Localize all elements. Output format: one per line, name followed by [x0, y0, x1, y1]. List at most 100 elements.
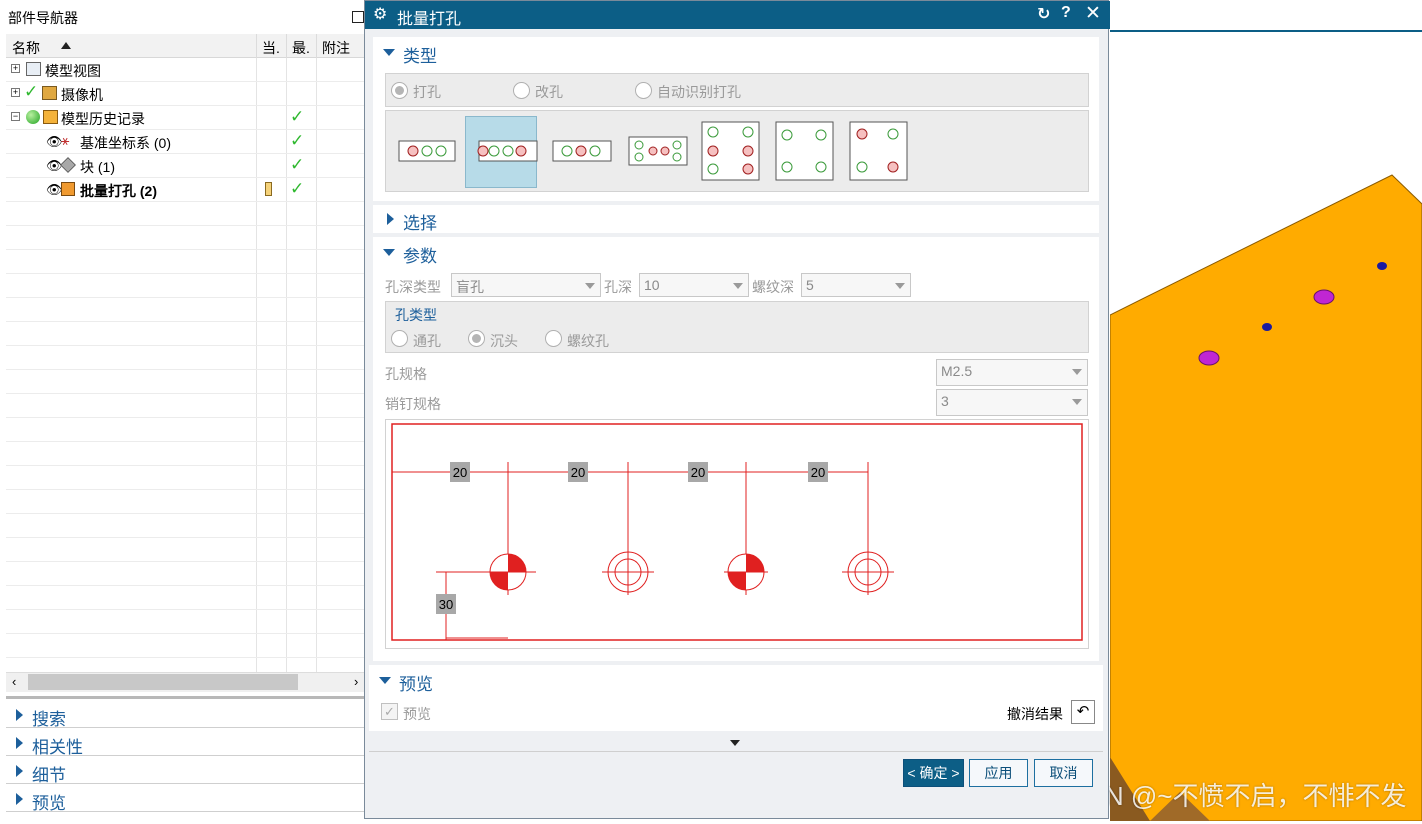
pin-label: 销钉规格 — [385, 396, 441, 412]
radio-drill[interactable] — [391, 82, 408, 99]
type-section: 类型 打孔 改孔 自动识别打孔 — [373, 37, 1099, 201]
navigator-title: 部件导航器 — [8, 10, 78, 26]
tree-row-cameras[interactable]: + ✓ 摄像机 — [6, 82, 364, 106]
tree-row-batch-hole[interactable]: 👁 批量打孔 (2) ✓ — [6, 178, 364, 202]
depth-type-select[interactable]: 盲孔 — [451, 273, 601, 297]
hole-layout-diagram: 20 20 20 20 30 — [385, 419, 1089, 649]
undo-icon[interactable]: ↶ — [1071, 700, 1095, 724]
section-label: 搜索 — [32, 710, 66, 729]
reset-icon[interactable]: ↻ — [1037, 4, 1050, 24]
collapse-arrow-icon[interactable] — [379, 677, 391, 684]
tree-label: 摄像机 — [61, 87, 103, 103]
scrollbar-thumb[interactable] — [28, 674, 298, 690]
scroll-right-icon[interactable]: › — [354, 674, 358, 689]
history-icon — [43, 110, 58, 124]
preview-checkbox-label: 预览 — [403, 706, 431, 722]
edit-marker-icon — [265, 182, 272, 196]
dialog-title: 批量打孔 — [397, 11, 462, 28]
collapse-icon[interactable]: − — [11, 112, 20, 121]
sort-ascending-icon[interactable] — [61, 42, 71, 49]
section-label: 预览 — [32, 794, 66, 813]
column-notes[interactable]: 附注 — [322, 38, 350, 58]
eye-icon[interactable]: 👁 — [46, 158, 63, 174]
tree-row-datum-csys[interactable]: 👁 ⚹ 基准坐标系 (0) ✓ — [6, 130, 364, 154]
spec-select[interactable]: M2.5 — [936, 359, 1088, 386]
expand-icon[interactable]: + — [11, 64, 20, 73]
scroll-left-icon[interactable]: ‹ — [12, 674, 16, 689]
section-header[interactable]: 预览 — [399, 670, 433, 695]
radio-counterbore[interactable] — [468, 330, 485, 347]
select-value: 5 — [806, 277, 814, 293]
chevron-down-icon — [733, 283, 743, 289]
apply-button[interactable]: 应用 — [969, 759, 1028, 787]
hole-layout-options[interactable] — [397, 117, 917, 185]
gear-icon[interactable]: ⚙ — [373, 4, 387, 24]
spacing-label: 20 — [571, 465, 585, 480]
depth-select[interactable]: 10 — [639, 273, 749, 297]
dialog-titlebar[interactable]: ⚙ 批量打孔 ↻ ? ✕ — [365, 1, 1110, 29]
camera-icon — [42, 86, 57, 100]
ok-button[interactable]: < 确定 > — [903, 759, 964, 787]
expand-arrow-icon — [16, 765, 23, 777]
radio-label: 通孔 — [413, 333, 441, 349]
tree-row-block[interactable]: 👁 块 (1) ✓ — [6, 154, 364, 178]
pin-select[interactable]: 3 — [936, 389, 1088, 416]
preview-checkbox[interactable]: ✓ — [381, 703, 398, 720]
status-ok-icon — [26, 110, 40, 124]
select-value: 3 — [941, 393, 949, 409]
graphics-viewport[interactable] — [1109, 30, 1422, 822]
chevron-down-icon — [1072, 369, 1082, 375]
section-header[interactable]: 类型 — [403, 42, 437, 67]
expand-arrow-icon — [16, 737, 23, 749]
radio-modify[interactable] — [513, 82, 530, 99]
expand-arrow-icon — [16, 709, 23, 721]
more-options-toggle[interactable] — [369, 733, 1103, 751]
cancel-button[interactable]: 取消 — [1034, 759, 1093, 787]
column-name[interactable]: 名称 — [12, 38, 40, 58]
nav-section-preview[interactable]: 预览 — [6, 786, 364, 813]
latest-check-icon: ✓ — [290, 107, 305, 126]
datum-csys-icon: ⚹ — [61, 132, 70, 148]
tree-row-model-views[interactable]: + 模型视图 — [6, 58, 364, 82]
hole-marker[interactable] — [1198, 350, 1220, 366]
nav-section-details[interactable]: 细节 — [6, 758, 364, 785]
nav-section-search[interactable]: 搜索 — [6, 702, 364, 729]
tree-label: 基准坐标系 (0) — [80, 135, 171, 151]
column-latest[interactable]: 最. — [292, 38, 310, 58]
collapse-arrow-icon[interactable] — [383, 49, 395, 56]
radio-label: 螺纹孔 — [567, 333, 609, 349]
expand-arrow-icon — [387, 213, 394, 225]
collapse-arrow-icon[interactable] — [383, 249, 395, 256]
thread-depth-label: 螺纹深 — [752, 279, 794, 295]
spacing-label: 20 — [453, 465, 467, 480]
tree-row-model-history[interactable]: − 模型历史记录 ✓ — [6, 106, 364, 130]
section-header[interactable]: 参数 — [403, 242, 437, 267]
hole-marker[interactable] — [1262, 323, 1272, 331]
radio-label: 打孔 — [413, 84, 441, 100]
radio-threaded[interactable] — [545, 330, 562, 347]
latest-check-icon: ✓ — [290, 179, 305, 198]
hole-marker[interactable] — [1313, 289, 1335, 305]
expand-arrow-icon — [16, 793, 23, 805]
close-icon[interactable]: ✕ — [1085, 2, 1101, 25]
undo-result-label: 撤消结果 — [1007, 706, 1063, 722]
radio-through-hole[interactable] — [391, 330, 408, 347]
hole-marker[interactable] — [1377, 262, 1387, 270]
radio-auto-detect[interactable] — [635, 82, 652, 99]
thread-depth-select[interactable]: 5 — [801, 273, 911, 297]
expand-icon[interactable]: + — [11, 88, 20, 97]
batch-hole-dialog: ⚙ 批量打孔 ↻ ? ✕ 类型 打孔 改孔 自动识别打孔 选择 参数 孔深类型 … — [364, 0, 1110, 819]
select-section[interactable]: 选择 — [373, 205, 1099, 233]
select-value: 10 — [644, 277, 660, 293]
radio-label: 改孔 — [535, 84, 563, 100]
nav-section-dependencies[interactable]: 相关性 — [6, 730, 364, 757]
offset-label: 30 — [439, 597, 453, 612]
radio-label: 自动识别打孔 — [657, 84, 741, 100]
column-current[interactable]: 当. — [262, 38, 280, 58]
tree-label: 块 (1) — [80, 159, 115, 175]
help-icon[interactable]: ? — [1061, 4, 1071, 22]
maximize-icon[interactable] — [352, 11, 364, 23]
chevron-down-icon — [730, 740, 740, 746]
select-value: M2.5 — [941, 363, 973, 379]
spacing-label: 20 — [811, 465, 825, 480]
